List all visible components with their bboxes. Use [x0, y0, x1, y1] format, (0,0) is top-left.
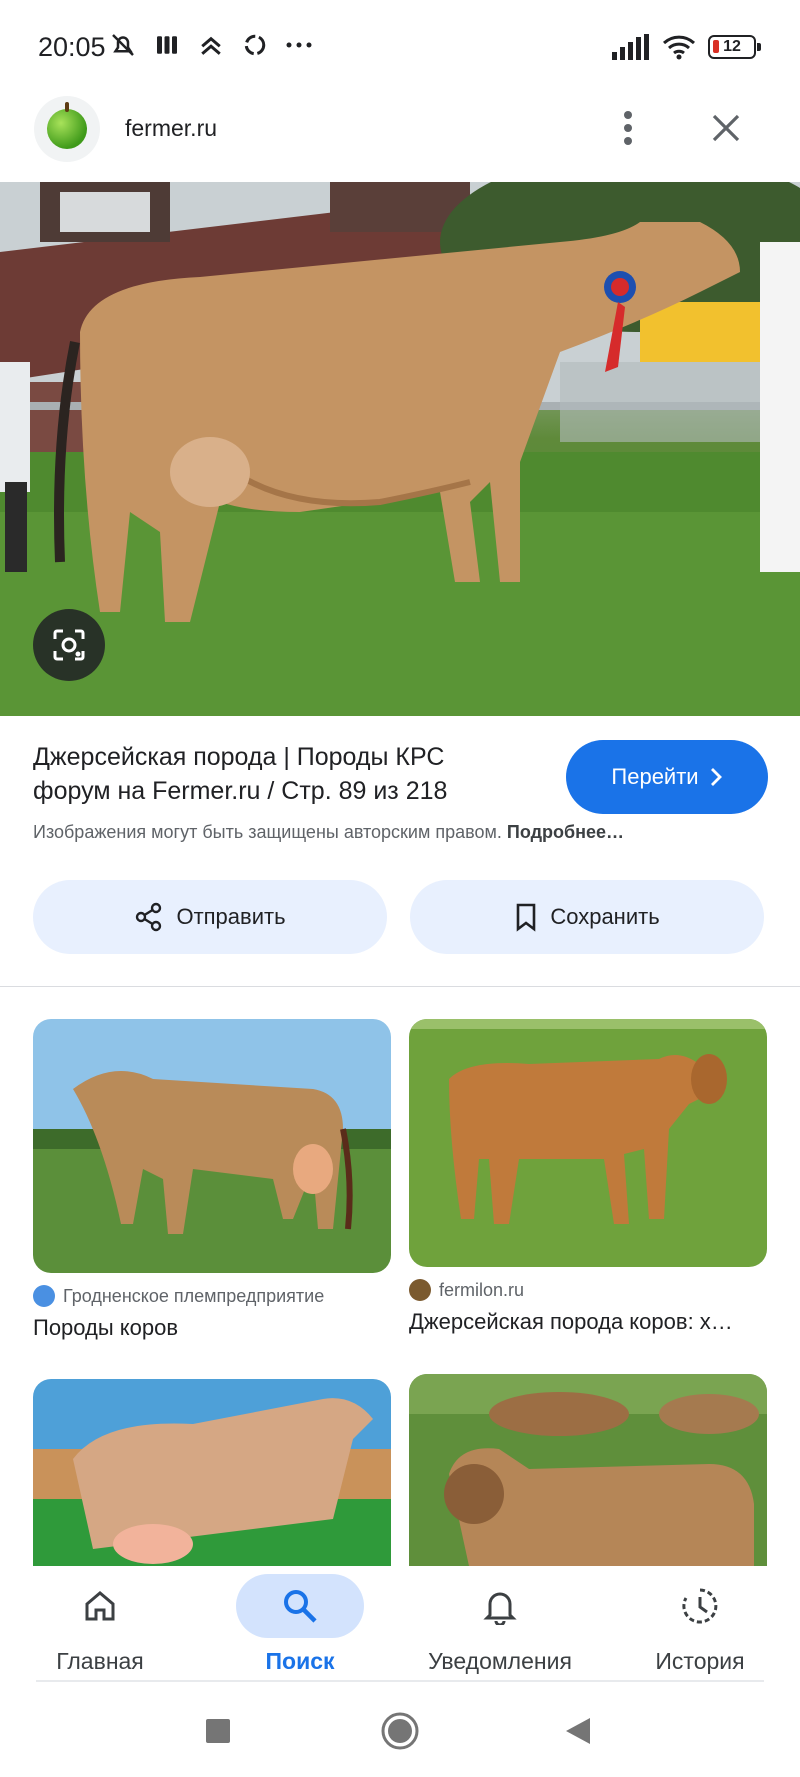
cow-image-4 [409, 1374, 767, 1566]
site-favicon [34, 96, 100, 162]
sync-icon [244, 34, 266, 56]
battery-icon: 12 [708, 35, 761, 59]
result-title[interactable]: Джерсейская порода | Породы КРС форум на… [33, 740, 513, 808]
nav-divider [36, 1680, 764, 1682]
share-label: Отправить [176, 904, 286, 929]
battery-level: 12 [723, 38, 741, 55]
recents-button[interactable] [193, 1706, 243, 1756]
nav-search[interactable]: Поиск [200, 1566, 400, 1684]
cow-image-2 [409, 1019, 767, 1267]
related-thumbnail[interactable] [33, 1379, 391, 1566]
related-card[interactable] [33, 1379, 391, 1566]
more-dots-icon [286, 42, 312, 48]
main-image[interactable] [0, 182, 800, 716]
save-label: Сохранить [550, 904, 660, 929]
status-bar: 20:05 12 [0, 0, 800, 96]
save-button[interactable]: Сохранить [410, 880, 764, 954]
visit-button[interactable]: Перейти [566, 740, 768, 814]
related-card[interactable] [409, 1374, 767, 1566]
related-source-name: Гродненское племпредприятие [63, 1285, 325, 1306]
nav-notifications-label: Уведомления [428, 1648, 572, 1674]
status-notification-icons [108, 30, 314, 60]
related-source-name: fermilon.ru [439, 1279, 525, 1300]
google-lens-button[interactable] [33, 609, 105, 681]
search-icon [284, 1590, 317, 1623]
share-icon [136, 902, 162, 932]
related-title[interactable]: Породы коров [33, 1315, 391, 1341]
tree-icon [409, 1279, 431, 1301]
share-button[interactable]: Отправить [33, 880, 387, 954]
chevrons-up-icon [201, 36, 221, 55]
nav-history[interactable]: История [600, 1566, 800, 1684]
cow-image-3 [33, 1379, 391, 1566]
copyright-notice: Изображения могут быть защищены авторски… [33, 822, 624, 843]
lens-icon [53, 629, 85, 661]
related-source: fermilon.ru [409, 1279, 767, 1301]
bell-icon [483, 1592, 517, 1625]
page-header: fermer.ru [0, 96, 800, 182]
home-system-button[interactable] [375, 1706, 425, 1756]
status-time: 20:05 [38, 32, 106, 62]
related-thumbnail[interactable] [33, 1019, 391, 1273]
related-source: Гродненское племпредприятие [33, 1285, 391, 1307]
mute-icon [112, 34, 134, 56]
nav-notifications-icon-wrap [436, 1574, 564, 1638]
nav-notifications[interactable]: Уведомления [400, 1566, 600, 1684]
back-button[interactable] [553, 1706, 603, 1756]
square-icon [206, 1719, 230, 1743]
chevron-right-icon [710, 768, 722, 786]
status-system-icons: 12 [612, 34, 761, 60]
nav-history-icon-wrap [636, 1574, 764, 1638]
close-icon [712, 114, 740, 142]
circle-icon [381, 1712, 419, 1750]
system-navigation [0, 1684, 800, 1777]
app-icon [157, 36, 177, 54]
close-button[interactable] [702, 104, 750, 152]
copyright-text: Изображения могут быть защищены авторски… [33, 822, 502, 842]
learn-more-link[interactable]: Подробнее… [507, 822, 624, 842]
nav-history-label: История [655, 1648, 745, 1674]
cow-photo [0, 182, 800, 716]
bookmark-icon [517, 903, 536, 932]
site-name[interactable]: fermer.ru [125, 115, 217, 142]
back-triangle-icon [566, 1718, 590, 1744]
apple-icon [47, 102, 87, 149]
divider [0, 986, 800, 987]
globe-icon [33, 1285, 55, 1307]
nav-home[interactable]: Главная [0, 1566, 200, 1684]
home-icon [85, 1591, 115, 1621]
more-options-button[interactable] [604, 104, 652, 152]
visit-button-label: Перейти [611, 764, 699, 789]
cow-image-1 [33, 1019, 391, 1273]
related-card[interactable]: Гродненское племпредприятие Породы коров [33, 1019, 391, 1341]
related-title[interactable]: Джерсейская порода коров: х… [409, 1309, 767, 1335]
signal-icon [612, 34, 649, 60]
related-thumbnail[interactable] [409, 1374, 767, 1566]
nav-search-icon-wrap [236, 1574, 364, 1638]
wifi-icon [662, 35, 696, 60]
bottom-navigation: Главная Поиск Уведомления История [0, 1566, 800, 1684]
related-card[interactable]: fermilon.ru Джерсейская порода коров: х… [409, 1019, 767, 1335]
nav-home-label: Главная [56, 1648, 144, 1674]
nav-home-icon-wrap [36, 1574, 164, 1638]
related-thumbnail[interactable] [409, 1019, 767, 1267]
history-icon [682, 1588, 718, 1624]
vertical-dots-icon [624, 111, 632, 145]
nav-search-label: Поиск [265, 1648, 335, 1674]
